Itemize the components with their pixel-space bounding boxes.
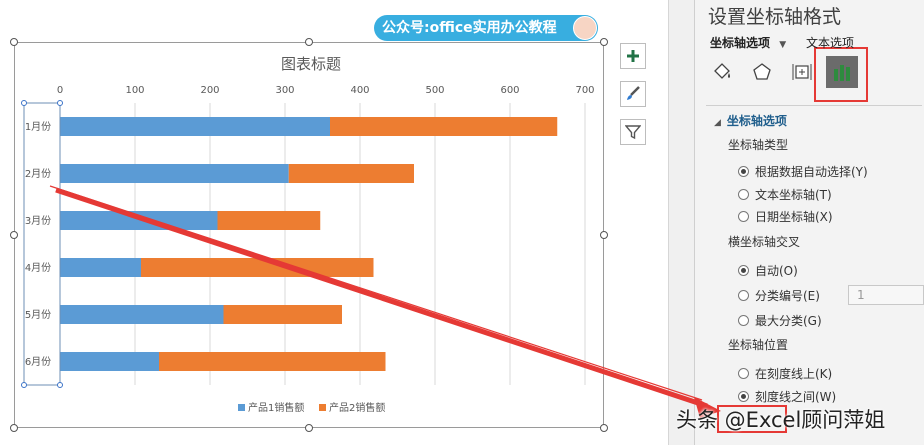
- radio-label: 根据数据自动选择(Y): [755, 164, 868, 179]
- radio-label: 在刻度线上(K): [755, 366, 833, 381]
- bar-series2[interactable]: [288, 164, 414, 183]
- radio-between-tick-marks[interactable]: 刻度线之间(W): [738, 388, 836, 404]
- legend-label-series2: 产品2销售额: [329, 401, 385, 414]
- x-tick-label: 300: [275, 85, 294, 96]
- radio-dot: [738, 314, 749, 326]
- fill-line-tab[interactable]: [708, 58, 736, 86]
- cross-label: 横坐标轴交叉: [728, 235, 801, 249]
- axis-handle-bottom[interactable]: [57, 382, 63, 388]
- legend-swatch-series1: [238, 404, 245, 411]
- axis-handle-bottom-left[interactable]: [21, 382, 27, 388]
- pentagon-icon: [753, 63, 771, 80]
- collapse-triangle-icon: ◢: [714, 118, 721, 128]
- x-tick-label: 600: [500, 85, 519, 96]
- radio-label: 自动(O): [755, 263, 798, 278]
- section-label: 坐标轴选项: [726, 114, 787, 128]
- legend-label-series1: 产品1销售额: [248, 401, 304, 414]
- y-axis-labels: 1月份 2月份 3月份 4月份 5月份 6月份: [25, 121, 51, 368]
- size-properties-tab[interactable]: [788, 58, 816, 86]
- bar-series2[interactable]: [159, 352, 386, 371]
- bar-series2[interactable]: [223, 305, 343, 324]
- chart-elements-button[interactable]: [620, 43, 646, 69]
- tab-text-options[interactable]: 文本选项: [806, 34, 854, 51]
- bar-series1[interactable]: [60, 258, 141, 277]
- chart-styles-button[interactable]: [620, 81, 646, 107]
- axis-handle-top[interactable]: [57, 100, 63, 106]
- bar-chart-icon: [834, 65, 850, 81]
- radio-label: 最大分类(G): [755, 313, 822, 328]
- tab-axis-options[interactable]: 坐标轴选项 ▼: [710, 34, 786, 51]
- legend-swatch-series2: [319, 404, 326, 411]
- pane-separator: [668, 0, 695, 445]
- y-category-label: 3月份: [25, 215, 51, 227]
- radio-cross-auto[interactable]: 自动(O): [738, 262, 798, 278]
- radio-dot: [738, 210, 749, 222]
- x-tick-label: 0: [57, 85, 63, 96]
- paint-bucket-icon: [714, 63, 730, 79]
- effects-tab[interactable]: [748, 58, 776, 86]
- axis-position-label: 坐标轴位置: [728, 338, 789, 352]
- section-axis-options[interactable]: ◢ 坐标轴选项: [714, 112, 787, 129]
- bar-series1[interactable]: [60, 352, 159, 371]
- y-category-label: 1月份: [25, 121, 51, 133]
- chart-plot: 图表标题 0 100 200 300 400 500 600 700 1月份 2月份 3月份 4月份…: [21, 55, 595, 414]
- y-category-label: 6月份: [25, 356, 51, 368]
- pane-divider: [706, 105, 922, 106]
- selected-vertical-axis[interactable]: [23, 102, 61, 386]
- radio-on-tick-marks[interactable]: 在刻度线上(K): [738, 365, 832, 381]
- radio-dot: [738, 390, 749, 402]
- radio-label: 文本坐标轴(T): [755, 187, 832, 202]
- radio-cross-max-category[interactable]: 最大分类(G): [738, 312, 822, 328]
- bar-series1[interactable]: [60, 211, 218, 230]
- bottom-watermark: 头条 @Excel顾问萍姐: [676, 408, 886, 432]
- radio-auto-select[interactable]: 根据数据自动选择(Y): [738, 163, 868, 179]
- radio-dot: [738, 165, 749, 177]
- paintbrush-icon: [627, 86, 640, 100]
- radio-date-axis[interactable]: 日期坐标轴(X): [738, 208, 833, 224]
- y-category-label: 4月份: [25, 262, 51, 274]
- radio-dot: [738, 188, 749, 200]
- x-tick-label: 500: [425, 85, 444, 96]
- x-tick-label: 200: [200, 85, 219, 96]
- radio-label: 日期坐标轴(X): [755, 209, 833, 224]
- filter-icon: [625, 125, 641, 140]
- size-properties-icon: [792, 64, 812, 80]
- radio-dot: [738, 264, 749, 276]
- chart-filters-button[interactable]: [620, 119, 646, 145]
- radio-label: 刻度线之间(W): [755, 389, 837, 404]
- bar-series2[interactable]: [330, 117, 558, 136]
- axis-type-label: 坐标轴类型: [728, 138, 789, 152]
- x-tick-label: 400: [350, 85, 369, 96]
- bar-series1[interactable]: [60, 117, 330, 136]
- pane-title: 设置坐标轴格式: [708, 6, 842, 28]
- chart-title[interactable]: 图表标题: [281, 55, 341, 73]
- bar-series2[interactable]: [217, 211, 321, 230]
- y-category-label: 5月份: [25, 309, 51, 321]
- plus-icon: [627, 50, 639, 62]
- chevron-down-icon: ▼: [779, 40, 787, 50]
- tab-axis-options-label: 坐标轴选项: [710, 36, 771, 50]
- radio-dot: [738, 367, 749, 379]
- radio-text-axis[interactable]: 文本坐标轴(T): [738, 186, 832, 202]
- radio-label: 分类编号(E): [755, 288, 820, 303]
- category-number-input[interactable]: 1: [848, 285, 924, 305]
- y-category-label: 2月份: [25, 168, 51, 180]
- bar-series1[interactable]: [60, 305, 224, 324]
- x-tick-label: 700: [575, 85, 594, 96]
- bar-series2[interactable]: [141, 258, 374, 277]
- legend[interactable]: 产品1销售额 产品2销售额: [238, 401, 385, 414]
- axis-options-tab[interactable]: [826, 56, 858, 88]
- radio-dot: [738, 289, 749, 301]
- bar-series1[interactable]: [60, 164, 289, 183]
- x-axis-ticks: 0 100 200 300 400 500 600 700: [57, 85, 595, 96]
- radio-cross-category-number[interactable]: 分类编号(E): [738, 287, 820, 303]
- x-tick-label: 100: [125, 85, 144, 96]
- gridlines: [59, 103, 586, 385]
- axis-handle-top-left[interactable]: [21, 100, 27, 106]
